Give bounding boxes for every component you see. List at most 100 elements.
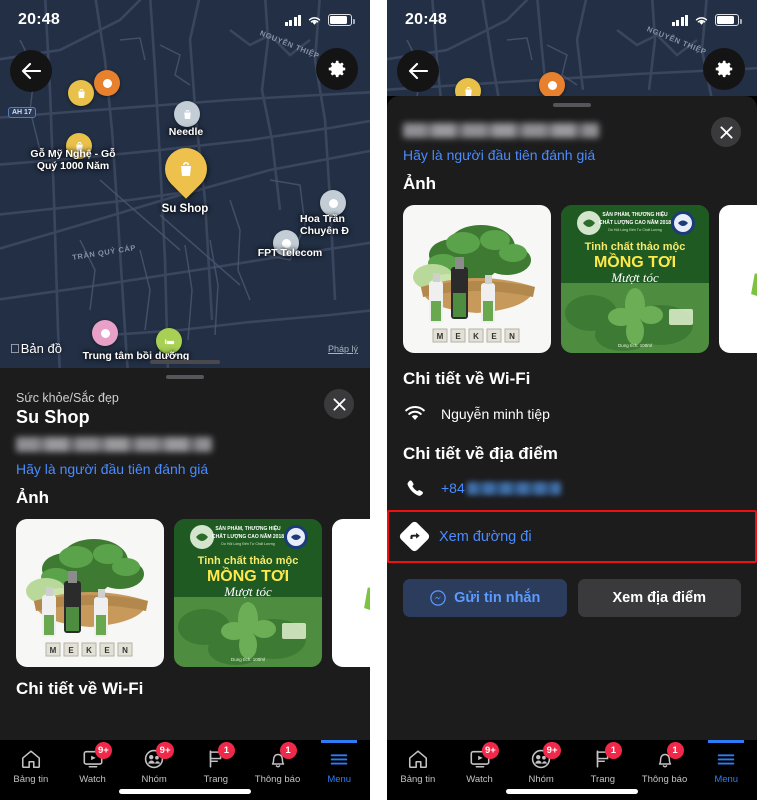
map-pin-0[interactable] xyxy=(455,78,481,96)
svg-text:CHẤT LƯỢNG CAO NĂM 2018: CHẤT LƯỢNG CAO NĂM 2018 xyxy=(599,219,671,226)
map-label-needle: Needle xyxy=(168,126,204,138)
nav-item-trang[interactable]: 1 Trang xyxy=(185,740,247,785)
nav-active-indicator xyxy=(321,740,358,743)
rate-first-link[interactable]: Hãy là người đầu tiên đánh giá xyxy=(403,147,741,163)
battery-icon xyxy=(328,14,355,26)
nav-badge: 9+ xyxy=(94,742,113,759)
status-bar: 20:48 xyxy=(0,0,370,40)
map-pin-orange[interactable] xyxy=(94,70,120,96)
place-sheet-expanded: Hãy là người đầu tiên đánh giá Ảnh M E K… xyxy=(387,96,757,740)
nav-item-watch[interactable]: 9+ Watch xyxy=(62,740,124,785)
battery-icon xyxy=(715,14,742,26)
map-grabber xyxy=(150,360,220,364)
map-pin-su-shop[interactable] xyxy=(156,139,216,199)
photo-mong-toi[interactable]: SẢN PHẨM, THƯƠNG HIỆU CHẤT LƯỢNG CAO NĂM… xyxy=(561,205,709,353)
pages-flag-icon: 1 xyxy=(205,742,235,771)
svg-text:MỒNG TƠI: MỒNG TƠI xyxy=(594,252,676,271)
svg-text:MỒNG TƠI: MỒNG TƠI xyxy=(207,566,289,585)
nav-item-watch[interactable]: 9+ Watch xyxy=(449,740,511,785)
map-settings-button[interactable] xyxy=(703,48,745,90)
map-pin-0[interactable] xyxy=(68,80,94,106)
svg-text:SẢN PHẨM, THƯƠNG HIỆU: SẢN PHẨM, THƯƠNG HIỆU xyxy=(215,524,281,532)
map-pin-needle[interactable] xyxy=(174,101,200,127)
close-icon xyxy=(719,125,733,139)
nav-item-menu[interactable]: Menu xyxy=(308,740,370,785)
nav-item-thong-bao[interactable]: 1 Thông báo xyxy=(634,740,696,785)
nav-label: Trang xyxy=(203,774,229,785)
signal-icon xyxy=(671,14,688,26)
map-label-hoa-tran: Hoa Trần Chuyên Đ xyxy=(300,213,350,238)
s-logo-image: S xyxy=(719,205,757,353)
map-settings-button[interactable] xyxy=(316,48,358,90)
svg-text:SẢN PHẨM, THƯƠNG HIỆU: SẢN PHẨM, THƯƠNG HIỆU xyxy=(602,210,668,218)
place-category: Sức khỏe/Sắc đẹp xyxy=(16,391,119,405)
svg-text:CHẤT LƯỢNG CAO NĂM 2018: CHẤT LƯỢNG CAO NĂM 2018 xyxy=(212,533,284,540)
sheet-body: Hãy là người đầu tiên đánh giá Ảnh M E K… xyxy=(387,107,757,617)
nav-item-nhom[interactable]: 9+ Nhóm xyxy=(123,740,185,785)
gear-icon xyxy=(715,60,733,78)
nav-item-bang-tin[interactable]: Bảng tin xyxy=(387,740,449,785)
place-address-blurred xyxy=(16,437,212,452)
map-view[interactable]: 20:48 AH 17 NGUYỄN THIỆP TRẦN QUÝ CÁP Gỗ… xyxy=(0,0,370,368)
svg-text:Tinh chất thảo mộc: Tinh chất thảo mộc xyxy=(198,555,299,567)
photo-meken[interactable]: MEK EN xyxy=(403,205,551,353)
photo-meken[interactable]: MEK EN xyxy=(16,519,164,667)
map-pin-trung-tam[interactable] xyxy=(92,320,118,346)
view-directions-row[interactable]: Xem đường đi xyxy=(398,512,741,561)
send-message-button[interactable]: Gửi tin nhắn xyxy=(403,579,567,617)
photo-mong-toi[interactable]: SẢN PHẨM, THƯƠNG HIỆU CHẤT LƯỢNG CAO NĂM… xyxy=(174,519,322,667)
screenshot-stage: 20:48 AH 17 NGUYỄN THIỆP TRẦN QUÝ CÁP Gỗ… xyxy=(0,0,757,800)
nav-label: Menu xyxy=(714,774,739,785)
photos-list: MEK EN SẢN PHẨM, THƯƠNG HIỆU CHẤT LƯỢNG … xyxy=(403,205,757,353)
nav-item-trang[interactable]: 1 Trang xyxy=(572,740,634,785)
directions-highlight-box: Xem đường đi xyxy=(387,510,757,563)
watch-video-icon: 9+ xyxy=(82,742,113,771)
s-logo-image: S xyxy=(332,519,370,667)
hamburger-icon xyxy=(715,747,737,771)
legal-link[interactable]: Pháp lý xyxy=(328,344,358,354)
place-sheet: Sức khỏe/Sắc đẹp Su Shop Hãy là người đầ… xyxy=(0,368,370,740)
pages-flag-icon: 1 xyxy=(592,742,622,771)
right-phone-screen: 20:48 NGUYỄN THIỆP Hãy là người đầu tiên… xyxy=(387,0,757,800)
nav-item-thong-bao[interactable]: 1 Thông báo xyxy=(247,740,309,785)
map-attribution:  Bản đồ xyxy=(10,341,62,356)
wifi-detail-row[interactable]: Nguyễn minh tiệp xyxy=(403,405,741,422)
svg-text:Dung tích: 100ml: Dung tích: 100ml xyxy=(231,657,265,662)
gear-icon xyxy=(328,60,346,78)
map-pin-orange[interactable] xyxy=(539,72,565,96)
action-buttons: Gửi tin nhắn Xem địa điểm xyxy=(403,579,741,617)
nav-item-menu[interactable]: Menu xyxy=(695,740,757,785)
nav-item-nhom[interactable]: 9+ Nhóm xyxy=(510,740,572,785)
rate-first-link[interactable]: Hãy là người đầu tiên đánh giá xyxy=(16,461,354,477)
nav-label: Thông báo xyxy=(254,774,301,785)
nav-label: Watch xyxy=(466,774,493,785)
dot-icon xyxy=(328,198,338,208)
meken-product-image: MEK EN xyxy=(16,519,164,667)
view-directions-label: Xem đường đi xyxy=(439,528,532,545)
nav-item-bang-tin[interactable]: Bảng tin xyxy=(0,740,62,785)
home-icon xyxy=(407,747,429,771)
status-indicators xyxy=(284,14,355,26)
svg-text:S: S xyxy=(749,205,757,323)
home-indicator xyxy=(506,789,638,794)
place-address-blurred xyxy=(403,123,599,138)
photo-s-logo[interactable]: S xyxy=(719,205,757,353)
hamburger-icon xyxy=(328,747,350,771)
close-sheet-button[interactable] xyxy=(324,389,354,419)
photos-section-title: Ảnh xyxy=(16,488,50,507)
photo-s-logo[interactable]: S xyxy=(332,519,370,667)
bell-icon: 1 xyxy=(267,742,297,771)
back-button[interactable] xyxy=(10,50,52,92)
svg-text:N: N xyxy=(509,332,515,341)
svg-text:M: M xyxy=(437,332,444,341)
phone-detail-row[interactable]: +84 xyxy=(403,478,741,498)
view-place-button[interactable]: Xem địa điểm xyxy=(577,579,741,617)
photos-list: MEK EN SẢN PHẨM, THƯƠNG HIỆU CHẤT LƯỢNG … xyxy=(16,519,370,667)
dot-icon xyxy=(547,80,557,90)
map-view-right[interactable]: 20:48 NGUYỄN THIỆP xyxy=(387,0,757,96)
back-button[interactable] xyxy=(397,50,439,92)
close-sheet-button[interactable] xyxy=(711,117,741,147)
nav-badge: 9+ xyxy=(481,742,500,759)
svg-text:Do Hội Lòng Đến Tư Chất Lượng: Do Hội Lòng Đến Tư Chất Lượng xyxy=(221,542,274,546)
signal-icon xyxy=(284,14,301,26)
